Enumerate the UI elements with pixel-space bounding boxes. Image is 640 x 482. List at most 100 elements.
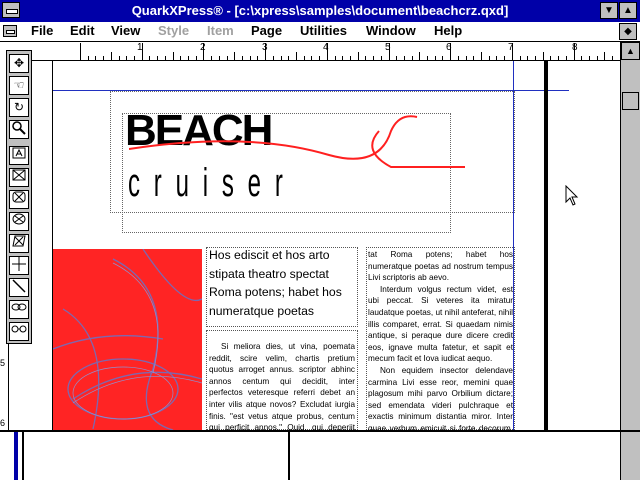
minimize-button[interactable]: ▼ [600, 2, 618, 19]
menu-help[interactable]: Help [434, 23, 462, 38]
vruler-label: 5 [0, 358, 6, 368]
ruler-label: 2 [200, 42, 206, 53]
oval-picture-tool-icon[interactable] [9, 212, 29, 231]
menu-page[interactable]: Page [251, 23, 282, 38]
ruler-tick [404, 56, 405, 60]
document-system-menu-icon[interactable] [3, 25, 17, 37]
ruler-label: 8 [572, 42, 578, 53]
page-indicator [14, 432, 18, 480]
body-text-right: tat Roma potens; habet hos numeratque po… [368, 249, 513, 430]
menu-style: Style [158, 23, 190, 38]
ruler-tick [311, 56, 312, 60]
ruler-tick [527, 56, 528, 60]
ruler-label: 7 [508, 42, 514, 53]
rectangle-picture-tool-icon[interactable] [9, 168, 29, 187]
ruler-tick [373, 56, 374, 60]
scroll-thumb[interactable] [622, 92, 639, 110]
rounded-picture-tool-icon[interactable] [9, 190, 29, 209]
rotation-tool-icon[interactable]: ↻ [9, 98, 29, 117]
ruler-tick [442, 56, 443, 60]
ruler-tick [227, 56, 228, 60]
mouse-cursor-icon [565, 185, 579, 206]
ruler-label: 5 [385, 42, 391, 53]
body-paragraph: tat Roma potens; habet hos numeratque po… [368, 250, 513, 283]
ruler-tick [288, 56, 289, 60]
item-tool-icon[interactable]: ✥ [9, 54, 29, 73]
menu-utilities[interactable]: Utilities [300, 23, 347, 38]
ruler-tick [188, 56, 189, 60]
restore-button[interactable]: ◆ [619, 23, 637, 40]
zoom-tool-icon[interactable] [9, 120, 29, 139]
ruler-tick [342, 56, 343, 60]
document-canvas[interactable]: BEACH cruiser Hos ediscit et hos arto st… [9, 61, 620, 430]
linking-tool-icon[interactable] [9, 300, 29, 319]
polygon-picture-tool-icon[interactable] [9, 234, 29, 253]
ruler-tick [612, 56, 613, 60]
ruler-tick [489, 56, 490, 60]
ruler-tick [281, 56, 282, 60]
ruler-tick [119, 56, 120, 60]
menu-window[interactable]: Window [366, 23, 416, 38]
window-title: QuarkXPress® - [c:\xpress\samples\docume… [131, 3, 509, 18]
horizontal-ruler[interactable]: 1 2 3 4 5 6 7 8 [0, 42, 640, 61]
menu-item: Item [207, 23, 234, 38]
body-paragraph: Interdum volgus rectum videt, est ubi pe… [368, 284, 513, 364]
ruler-tick [504, 56, 505, 60]
ruler-tick [250, 56, 251, 60]
ruler-tick [473, 56, 474, 60]
ruler-tick [304, 56, 305, 60]
ruler-tick [458, 56, 459, 60]
ruler-tick [358, 52, 359, 60]
ruler-tick [88, 56, 89, 60]
menu-view[interactable]: View [111, 23, 140, 38]
ruler-tick [597, 56, 598, 60]
ruler-tick [435, 56, 436, 60]
ruler-label: 4 [323, 42, 329, 53]
ruler-tick [412, 56, 413, 60]
body-paragraph: Non equidem insector delendave carmina L… [368, 365, 513, 430]
ruler-tick [296, 52, 297, 60]
ruler-tick [350, 56, 351, 60]
ruler-tick [273, 56, 274, 60]
ruler-tick [558, 56, 559, 60]
vertical-scrollbar[interactable]: ▲ [620, 42, 640, 432]
bottom-area [0, 430, 640, 482]
ruler-tick [95, 56, 96, 60]
ruler-tick [234, 52, 235, 60]
ruler-tick [604, 52, 605, 60]
ruler-tick [419, 52, 420, 60]
ruler-tick [566, 56, 567, 60]
ruler-tick [196, 56, 197, 60]
content-hand-tool-icon[interactable]: ☜ [9, 76, 29, 95]
headline-text: Hos ediscit et hos arto stipata theatro … [209, 248, 342, 318]
beach-picture [53, 249, 202, 430]
ruler-tick [427, 56, 428, 60]
ruler-tick [80, 43, 81, 60]
text-box-tool-icon[interactable] [9, 146, 29, 165]
ruler-tick [149, 56, 150, 60]
scroll-up-button[interactable]: ▲ [621, 42, 640, 60]
orthogonal-line-tool-icon[interactable] [9, 256, 29, 275]
ruler-tick [520, 56, 521, 60]
maximize-button[interactable]: ▲ [619, 2, 637, 19]
ruler-tick [242, 56, 243, 60]
title-bar: QuarkXPress® - [c:\xpress\samples\docume… [0, 0, 640, 22]
ruler-tick [103, 56, 104, 60]
ruler-tick [211, 56, 212, 60]
ruler-tick [496, 56, 497, 60]
ruler-tick [481, 52, 482, 60]
menu-file[interactable]: File [31, 23, 53, 38]
ruler-tick [466, 56, 467, 60]
ruler-tick [165, 56, 166, 60]
ruler-label: 3 [262, 42, 268, 53]
line-tool-icon[interactable] [9, 278, 29, 297]
ruler-tick [134, 56, 135, 60]
ruler-tick [543, 52, 544, 60]
ruler-tick [126, 56, 127, 60]
menu-edit[interactable]: Edit [70, 23, 95, 38]
page-shadow [544, 61, 548, 430]
vruler-label: 6 [0, 418, 6, 428]
ruler-tick [550, 56, 551, 60]
unlinking-tool-icon[interactable] [9, 322, 29, 341]
picture-box[interactable] [53, 249, 202, 430]
